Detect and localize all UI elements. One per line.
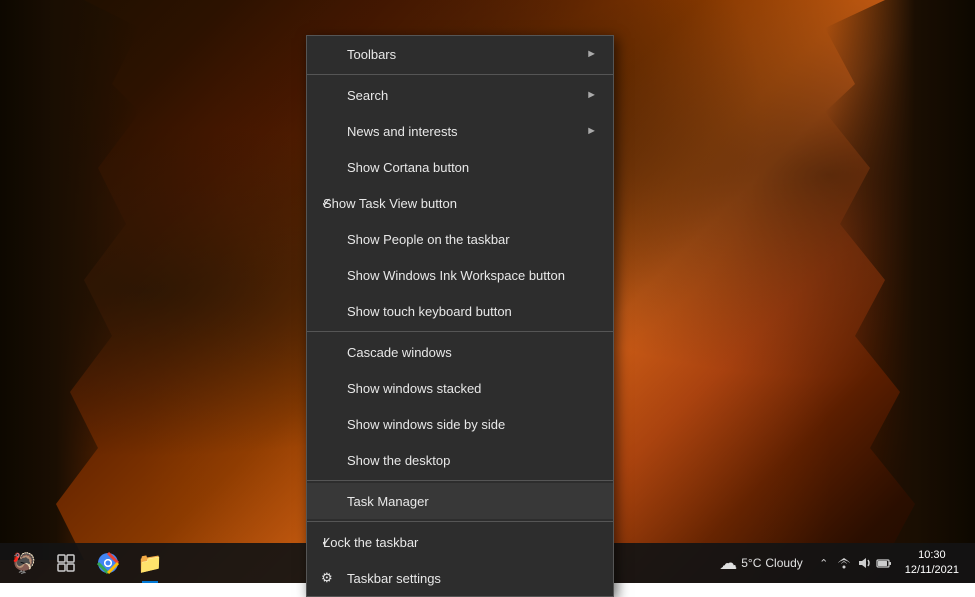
submenu-arrow-icon: ► (586, 48, 597, 60)
menu-item-label: Search (347, 88, 388, 103)
check-icon: ✓ (321, 195, 332, 211)
folder-icon: 📁 (138, 551, 163, 576)
menu-item-taskview[interactable]: ✓ Show Task View button (307, 185, 613, 221)
menu-item-taskbar-settings[interactable]: ⚙ Taskbar settings (307, 560, 613, 596)
menu-item-news[interactable]: News and interests ► (307, 113, 613, 149)
context-menu: Toolbars ► Search ► News and interests ►… (306, 35, 614, 597)
check-icon: ✓ (321, 534, 332, 550)
menu-item-label: News and interests (347, 124, 458, 139)
menu-item-label: Lock the taskbar (323, 535, 418, 550)
tray-network-icon[interactable] (835, 554, 853, 572)
menu-divider-1 (307, 74, 613, 75)
clock-date: 12/11/2021 (905, 563, 959, 578)
turkey-icon: 🦃 (12, 551, 37, 576)
menu-item-label: Show Windows Ink Workspace button (347, 268, 565, 283)
taskbar-left-section: 🦃 📁 (0, 543, 174, 583)
menu-item-label: Show People on the taskbar (347, 232, 510, 247)
menu-item-ink[interactable]: Show Windows Ink Workspace button (307, 257, 613, 293)
menu-item-lock-taskbar[interactable]: ✓ Lock the taskbar (307, 524, 613, 560)
menu-item-search[interactable]: Search ► (307, 77, 613, 113)
menu-item-toolbars[interactable]: Toolbars ► (307, 36, 613, 72)
system-tray: ⌃ (815, 554, 893, 572)
menu-item-label: Show windows stacked (347, 381, 481, 396)
menu-divider-3 (307, 480, 613, 481)
menu-divider-2 (307, 331, 613, 332)
taskbar-app-icon-turkey[interactable]: 🦃 (4, 543, 44, 583)
volume-icon (856, 555, 872, 571)
weather-widget[interactable]: ☁ 5°C Cloudy (711, 553, 811, 574)
taskbar-chrome-icon[interactable] (88, 543, 128, 583)
menu-item-task-manager[interactable]: Task Manager (307, 483, 613, 519)
menu-item-cascade[interactable]: Cascade windows (307, 334, 613, 370)
menu-item-cortana[interactable]: Show Cortana button (307, 149, 613, 185)
taskview-icon (57, 554, 75, 572)
gear-icon: ⚙ (321, 570, 333, 586)
menu-item-label: Taskbar settings (347, 571, 441, 586)
weather-cloud-icon: ☁ (719, 553, 737, 574)
submenu-arrow-icon: ► (586, 89, 597, 101)
menu-item-stacked[interactable]: Show windows stacked (307, 370, 613, 406)
tray-volume-icon[interactable] (855, 554, 873, 572)
menu-item-sidebyside[interactable]: Show windows side by side (307, 406, 613, 442)
menu-item-label: Show windows side by side (347, 417, 505, 432)
weather-condition: Cloudy (765, 556, 802, 570)
menu-item-touch[interactable]: Show touch keyboard button (307, 293, 613, 329)
tray-chevron-icon[interactable]: ⌃ (815, 554, 833, 572)
menu-item-label: Show the desktop (347, 453, 450, 468)
battery-icon (876, 555, 892, 571)
menu-item-show-desktop[interactable]: Show the desktop (307, 442, 613, 478)
tray-battery-icon[interactable] (875, 554, 893, 572)
network-icon (836, 555, 852, 571)
taskbar-right-section: ☁ 5°C Cloudy ⌃ (703, 548, 975, 579)
menu-item-label: Cascade windows (347, 345, 452, 360)
menu-item-people[interactable]: Show People on the taskbar (307, 221, 613, 257)
taskbar-clock[interactable]: 10:30 12/11/2021 (897, 548, 967, 579)
menu-item-label: Show touch keyboard button (347, 304, 512, 319)
menu-item-label: Task Manager (347, 494, 429, 509)
chrome-icon (97, 552, 119, 574)
menu-divider-4 (307, 521, 613, 522)
submenu-arrow-icon: ► (586, 125, 597, 137)
menu-item-label: Show Cortana button (347, 160, 469, 175)
taskbar-taskview-button[interactable] (46, 543, 86, 583)
weather-temp: 5°C (741, 556, 761, 570)
taskbar-folder-icon[interactable]: 📁 (130, 543, 170, 583)
clock-time: 10:30 (918, 548, 946, 563)
menu-item-label: Show Task View button (323, 196, 457, 211)
menu-item-label: Toolbars (347, 47, 396, 62)
